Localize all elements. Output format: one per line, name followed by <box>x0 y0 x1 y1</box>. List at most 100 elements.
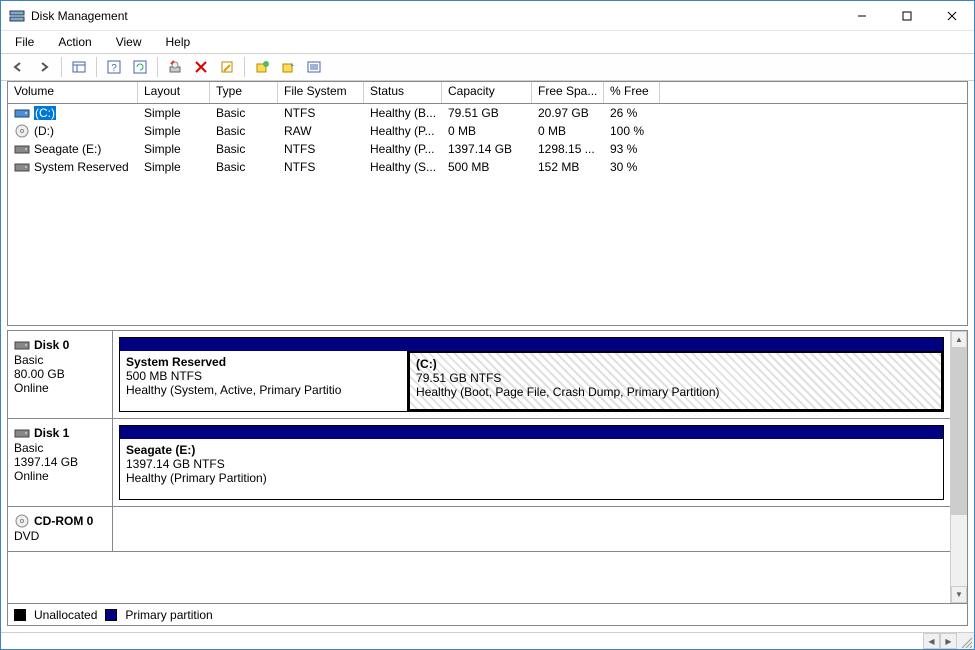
col-volume[interactable]: Volume <box>8 82 138 103</box>
partition[interactable]: (C:)79.51 GB NTFSHealthy (Boot, Page Fil… <box>408 351 943 411</box>
partition[interactable]: Seagate (E:)1397.14 GB NTFSHealthy (Prim… <box>120 439 943 499</box>
volume-layout: Simple <box>138 140 210 158</box>
minimize-button[interactable] <box>839 1 884 30</box>
attach-vhd-button[interactable] <box>277 56 299 78</box>
disk-row[interactable]: Disk 1Basic1397.14 GBOnlineSeagate (E:)1… <box>8 419 950 507</box>
volume-list[interactable]: Volume Layout Type File System Status Ca… <box>7 81 968 326</box>
col-spacer <box>660 82 967 103</box>
disk-info[interactable]: Disk 0Basic80.00 GBOnline <box>8 331 113 418</box>
volume-list-header: Volume Layout Type File System Status Ca… <box>8 82 967 104</box>
help-button[interactable]: ? <box>103 56 125 78</box>
legend-primary-label: Primary partition <box>125 608 212 622</box>
volume-row[interactable]: Seagate (E:)SimpleBasicNTFSHealthy (P...… <box>8 140 967 158</box>
disk-color-band <box>119 337 944 351</box>
volume-row[interactable]: (D:)SimpleBasicRAWHealthy (P...0 MB0 MB1… <box>8 122 967 140</box>
hscroll-left[interactable]: ◀ <box>923 633 940 649</box>
col-status[interactable]: Status <box>364 82 442 103</box>
legend-primary-swatch <box>105 609 117 621</box>
disk-partitions: System Reserved500 MB NTFSHealthy (Syste… <box>113 331 950 418</box>
col-layout[interactable]: Layout <box>138 82 210 103</box>
disk-row[interactable]: Disk 0Basic80.00 GBOnlineSystem Reserved… <box>8 331 950 419</box>
disk-row[interactable]: CD-ROM 0DVD <box>8 507 950 552</box>
list-button[interactable] <box>303 56 325 78</box>
volume-name: (C:) <box>34 106 56 120</box>
volume-name: System Reserved <box>34 160 129 174</box>
volume-capacity: 79.51 GB <box>442 104 532 122</box>
partition-size: 79.51 GB NTFS <box>416 371 935 385</box>
legend-unallocated-label: Unallocated <box>34 608 97 622</box>
properties-button[interactable] <box>216 56 238 78</box>
resize-grip[interactable] <box>957 633 974 650</box>
scroll-up-button[interactable]: ▲ <box>951 331 967 348</box>
back-button[interactable] <box>7 56 29 78</box>
volume-percent-free: 100 % <box>604 122 660 140</box>
close-button[interactable] <box>929 1 974 30</box>
volume-type: Basic <box>210 158 278 176</box>
settings-button[interactable] <box>164 56 186 78</box>
scroll-thumb[interactable] <box>951 348 967 515</box>
forward-button[interactable] <box>33 56 55 78</box>
volume-free-space: 20.97 GB <box>532 104 604 122</box>
volume-layout: Simple <box>138 122 210 140</box>
scroll-down-button[interactable]: ▼ <box>951 586 967 603</box>
disk-name: Disk 1 <box>34 426 69 440</box>
partition-status: Healthy (Primary Partition) <box>126 471 937 485</box>
col-percent-free[interactable]: % Free <box>604 82 660 103</box>
disk-status: Online <box>14 469 106 483</box>
disk-name: Disk 0 <box>34 338 69 352</box>
maximize-button[interactable] <box>884 1 929 30</box>
legend: Unallocated Primary partition <box>8 603 967 625</box>
partition-title: System Reserved <box>126 355 401 369</box>
disk-size: 1397.14 GB <box>14 455 106 469</box>
volume-capacity: 0 MB <box>442 122 532 140</box>
volume-status: Healthy (S... <box>364 158 442 176</box>
disk-status: Online <box>14 381 106 395</box>
partition-status: Healthy (Boot, Page File, Crash Dump, Pr… <box>416 385 935 399</box>
partition-size: 1397.14 GB NTFS <box>126 457 937 471</box>
disk-color-band <box>119 425 944 439</box>
volume-percent-free: 30 % <box>604 158 660 176</box>
refresh-button[interactable] <box>129 56 151 78</box>
disk-management-window: Disk Management File Action View Help ? … <box>0 0 975 650</box>
partition[interactable]: System Reserved500 MB NTFSHealthy (Syste… <box>120 351 408 411</box>
delete-button[interactable] <box>190 56 212 78</box>
volume-filesystem: NTFS <box>278 158 364 176</box>
disk-info[interactable]: CD-ROM 0DVD <box>8 507 113 551</box>
menu-help[interactable]: Help <box>160 33 197 51</box>
disk-rows-container[interactable]: Disk 0Basic80.00 GBOnlineSystem Reserved… <box>8 331 950 603</box>
volume-filesystem: NTFS <box>278 140 364 158</box>
menu-file[interactable]: File <box>9 33 40 51</box>
col-type[interactable]: Type <box>210 82 278 103</box>
app-icon <box>9 8 25 24</box>
col-filesystem[interactable]: File System <box>278 82 364 103</box>
volume-capacity: 1397.14 GB <box>442 140 532 158</box>
menu-action[interactable]: Action <box>52 33 97 51</box>
titlebar[interactable]: Disk Management <box>1 1 974 31</box>
menu-view[interactable]: View <box>110 33 148 51</box>
volume-row[interactable]: System ReservedSimpleBasicNTFSHealthy (S… <box>8 158 967 176</box>
vertical-scrollbar[interactable]: ▲ ▼ <box>950 331 967 603</box>
disk-icon <box>14 337 30 353</box>
status-strip: ◀ ▶ <box>1 632 974 649</box>
show-hide-tree-button[interactable] <box>68 56 90 78</box>
volume-status: Healthy (P... <box>364 122 442 140</box>
partition-title: (C:) <box>416 357 935 371</box>
new-volume-button[interactable] <box>251 56 273 78</box>
legend-unallocated-swatch <box>14 609 26 621</box>
volume-status: Healthy (P... <box>364 140 442 158</box>
hscroll-right[interactable]: ▶ <box>940 633 957 649</box>
partition-title: Seagate (E:) <box>126 443 937 457</box>
volume-percent-free: 26 % <box>604 104 660 122</box>
scroll-track[interactable] <box>951 348 967 586</box>
disk-info[interactable]: Disk 1Basic1397.14 GBOnline <box>8 419 113 506</box>
volume-type: Basic <box>210 140 278 158</box>
disk-size: 80.00 GB <box>14 367 106 381</box>
col-free-space[interactable]: Free Spa... <box>532 82 604 103</box>
volume-filesystem: NTFS <box>278 104 364 122</box>
volume-list-body[interactable]: (C:)SimpleBasicNTFSHealthy (B...79.51 GB… <box>8 104 967 325</box>
volume-row[interactable]: (C:)SimpleBasicNTFSHealthy (B...79.51 GB… <box>8 104 967 122</box>
volume-type: Basic <box>210 104 278 122</box>
volume-status: Healthy (B... <box>364 104 442 122</box>
disk-type: Basic <box>14 441 106 455</box>
col-capacity[interactable]: Capacity <box>442 82 532 103</box>
